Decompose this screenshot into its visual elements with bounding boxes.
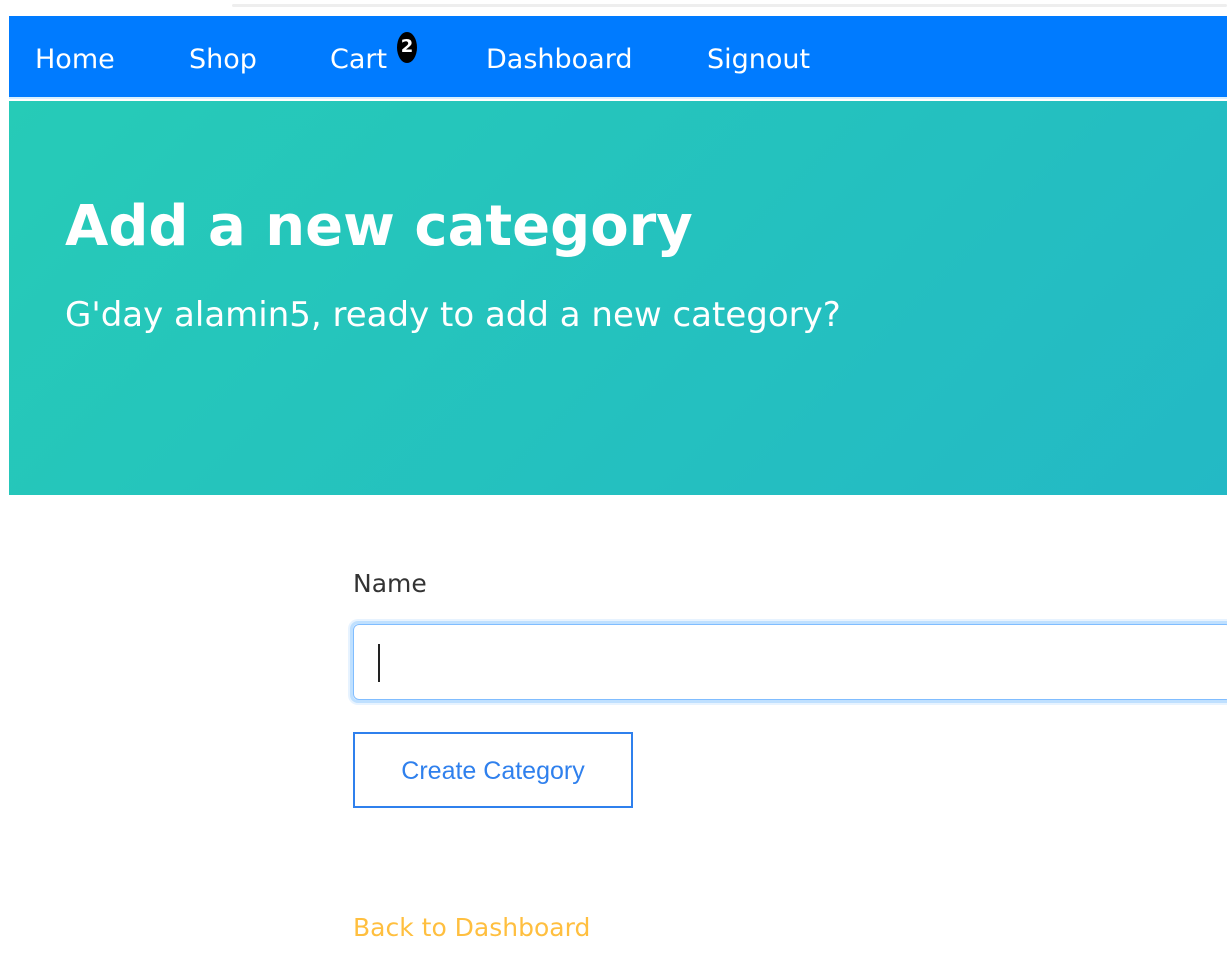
nav-home-link[interactable]: Home [35, 44, 115, 76]
category-name-input[interactable] [350, 621, 1227, 703]
text-cursor [378, 644, 380, 682]
page: Home Shop Cart 2 Dashboard Signout Add a… [0, 0, 1227, 957]
nav-shop-link[interactable]: Shop [189, 44, 257, 76]
add-category-form: Name Create Category Back to Dashboard [350, 0, 1227, 957]
create-category-button[interactable]: Create Category [353, 732, 633, 808]
category-name-label: Name [353, 569, 427, 598]
back-to-dashboard-link[interactable]: Back to Dashboard [353, 912, 590, 944]
input-focus-border [353, 624, 1227, 700]
